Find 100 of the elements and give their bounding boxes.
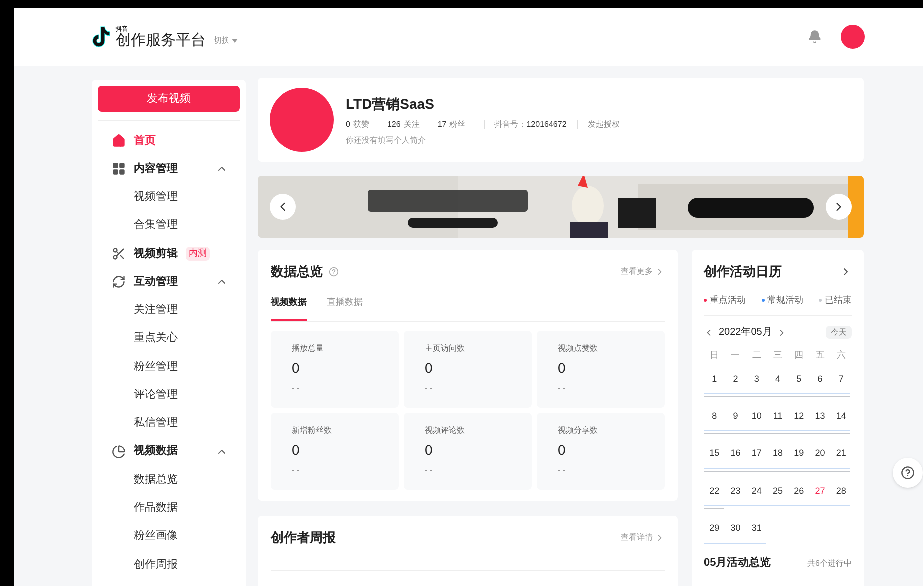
sidebar-item-label: 互动管理 xyxy=(134,274,178,290)
weekday-label: 一 xyxy=(730,349,742,362)
weekday-label: 二 xyxy=(751,349,762,362)
calendar-day[interactable]: 3 xyxy=(746,372,768,386)
tab[interactable]: 视频数据 xyxy=(271,296,307,321)
caret-icon xyxy=(232,39,238,43)
calendar-day[interactable]: 23 xyxy=(725,484,746,498)
calendar-day[interactable]: 5 xyxy=(788,372,810,386)
scissors-icon xyxy=(112,246,126,261)
sidebar-item[interactable]: 视频数据 xyxy=(98,438,240,466)
calendar-day[interactable]: 9 xyxy=(725,410,746,424)
cycle-icon xyxy=(112,274,126,289)
calendar-day[interactable]: 2 xyxy=(725,372,746,386)
stat-label: 视频点赞数 xyxy=(558,343,599,355)
sidebar-subitem[interactable]: 私信管理 xyxy=(98,409,240,438)
calendar-day[interactable]: 24 xyxy=(746,484,768,498)
calendar-day[interactable]: 11 xyxy=(767,410,789,424)
sidebar-item-label: 视频数据 xyxy=(134,444,178,460)
sidebar-subitem[interactable]: 粉丝画像 xyxy=(98,522,240,551)
stat-label: 视频分享数 xyxy=(558,425,599,437)
sidebar-subitem[interactable]: 重点关心 xyxy=(98,324,240,353)
sidebar-subitem[interactable]: 创作周报 xyxy=(98,550,240,580)
stat-label: 新增粉丝数 xyxy=(292,425,333,437)
calendar-day[interactable]: 26 xyxy=(788,484,810,498)
logo-icon xyxy=(92,26,112,48)
stat-value: 0 xyxy=(425,359,434,378)
stat-change: - - xyxy=(425,465,434,477)
stat-change: - - xyxy=(558,465,567,477)
stat-count: 17 xyxy=(438,118,447,130)
calendar-day[interactable]: 8 xyxy=(704,410,726,424)
stat-label: 播放总量 xyxy=(292,343,325,355)
calendar-day[interactable]: 30 xyxy=(725,522,746,536)
authorize-link[interactable]: 发起授权 xyxy=(588,118,620,130)
help-icon xyxy=(901,466,915,480)
calendar-day[interactable]: 29 xyxy=(704,522,726,536)
sidebar-subitem[interactable]: 数据总览 xyxy=(98,466,240,494)
stat-value: 0 xyxy=(292,359,301,378)
legend-label: 重点活动 xyxy=(710,294,746,306)
sidebar-item[interactable]: 首页 xyxy=(98,127,240,155)
weekday-label: 五 xyxy=(814,349,826,362)
stat-label: 粉丝 xyxy=(450,118,466,130)
legend-label: 常规活动 xyxy=(768,294,804,306)
beta-badge: 内测 xyxy=(186,247,210,261)
calendar-day[interactable]: 4 xyxy=(767,372,789,386)
stat-label: 关注 xyxy=(404,118,420,130)
summary-count: 共6个进行中 xyxy=(808,558,852,570)
sidebar-item[interactable]: 互动管理 xyxy=(98,268,240,296)
calendar-day[interactable]: 18 xyxy=(767,447,789,461)
profile-name: LTD营销SaaS xyxy=(346,94,436,114)
calendar-day[interactable]: 15 xyxy=(704,447,726,461)
grid-icon xyxy=(112,162,126,176)
weekday-label: 四 xyxy=(794,349,805,362)
calendar-day[interactable]: 28 xyxy=(830,484,852,498)
calendar-day[interactable]: 21 xyxy=(830,447,852,461)
sidebar-subitem[interactable]: 作品数据 xyxy=(98,494,240,523)
calendar-day[interactable]: 16 xyxy=(725,447,746,461)
calendar-day[interactable]: 17 xyxy=(746,447,768,461)
sidebar-subitem[interactable]: 关注管理 xyxy=(98,296,240,324)
sidebar-subitem[interactable]: 合集管理 xyxy=(98,211,240,240)
stat-value: 0 xyxy=(425,441,434,460)
sidebar-item-label: 内容管理 xyxy=(134,162,178,177)
calendar-day[interactable]: 12 xyxy=(788,410,810,424)
notification-icon[interactable] xyxy=(808,30,822,44)
calendar-day[interactable]: 27 xyxy=(810,484,831,498)
brand-name: 创作服务平台 xyxy=(116,32,206,48)
calendar-day[interactable]: 31 xyxy=(746,522,768,536)
sidebar-item[interactable]: 内容管理 xyxy=(98,155,240,183)
sidebar-item-label: 视频剪辑 xyxy=(134,246,178,262)
calendar-day[interactable]: 7 xyxy=(830,372,852,386)
stat-label: 获赞 xyxy=(353,118,370,130)
stat-value: 0 xyxy=(558,441,567,460)
stat-count: 0 xyxy=(346,118,350,130)
card-title: 数据总览 xyxy=(271,263,323,281)
stat-label: 视频评论数 xyxy=(425,425,466,437)
user-avatar[interactable] xyxy=(841,25,865,49)
calendar-day[interactable]: 20 xyxy=(810,447,831,461)
help-icon xyxy=(329,266,339,277)
sidebar-subitem[interactable]: 粉丝管理 xyxy=(98,352,240,381)
sidebar-item[interactable]: 视频剪辑 内测 xyxy=(98,240,240,268)
calendar-day[interactable]: 14 xyxy=(830,410,852,424)
sidebar-subitem[interactable]: 视频管理 xyxy=(98,183,240,212)
stat-change: - - xyxy=(292,465,301,477)
calendar-day[interactable]: 22 xyxy=(704,484,726,498)
help-button[interactable] xyxy=(893,458,923,488)
calendar-day[interactable]: 25 xyxy=(767,484,789,498)
stat-change: - - xyxy=(292,383,301,395)
stat-value: 0 xyxy=(292,441,301,460)
stat-change: - - xyxy=(558,383,567,395)
calendar-day[interactable]: 19 xyxy=(788,447,810,461)
calendar-day[interactable]: 10 xyxy=(746,410,768,424)
weekday-label: 六 xyxy=(836,349,847,362)
card-title: 创作者周报 xyxy=(271,529,336,547)
calendar-day[interactable]: 13 xyxy=(810,410,831,424)
home-icon xyxy=(112,134,126,148)
today-button[interactable]: 今天 xyxy=(826,326,852,339)
calendar-day[interactable]: 6 xyxy=(810,372,831,386)
pie-chart-icon xyxy=(112,444,126,459)
publish-video-button[interactable]: 发布视频 xyxy=(98,86,240,112)
calendar-day[interactable]: 1 xyxy=(704,372,726,386)
sidebar-subitem[interactable]: 评论管理 xyxy=(98,380,240,410)
